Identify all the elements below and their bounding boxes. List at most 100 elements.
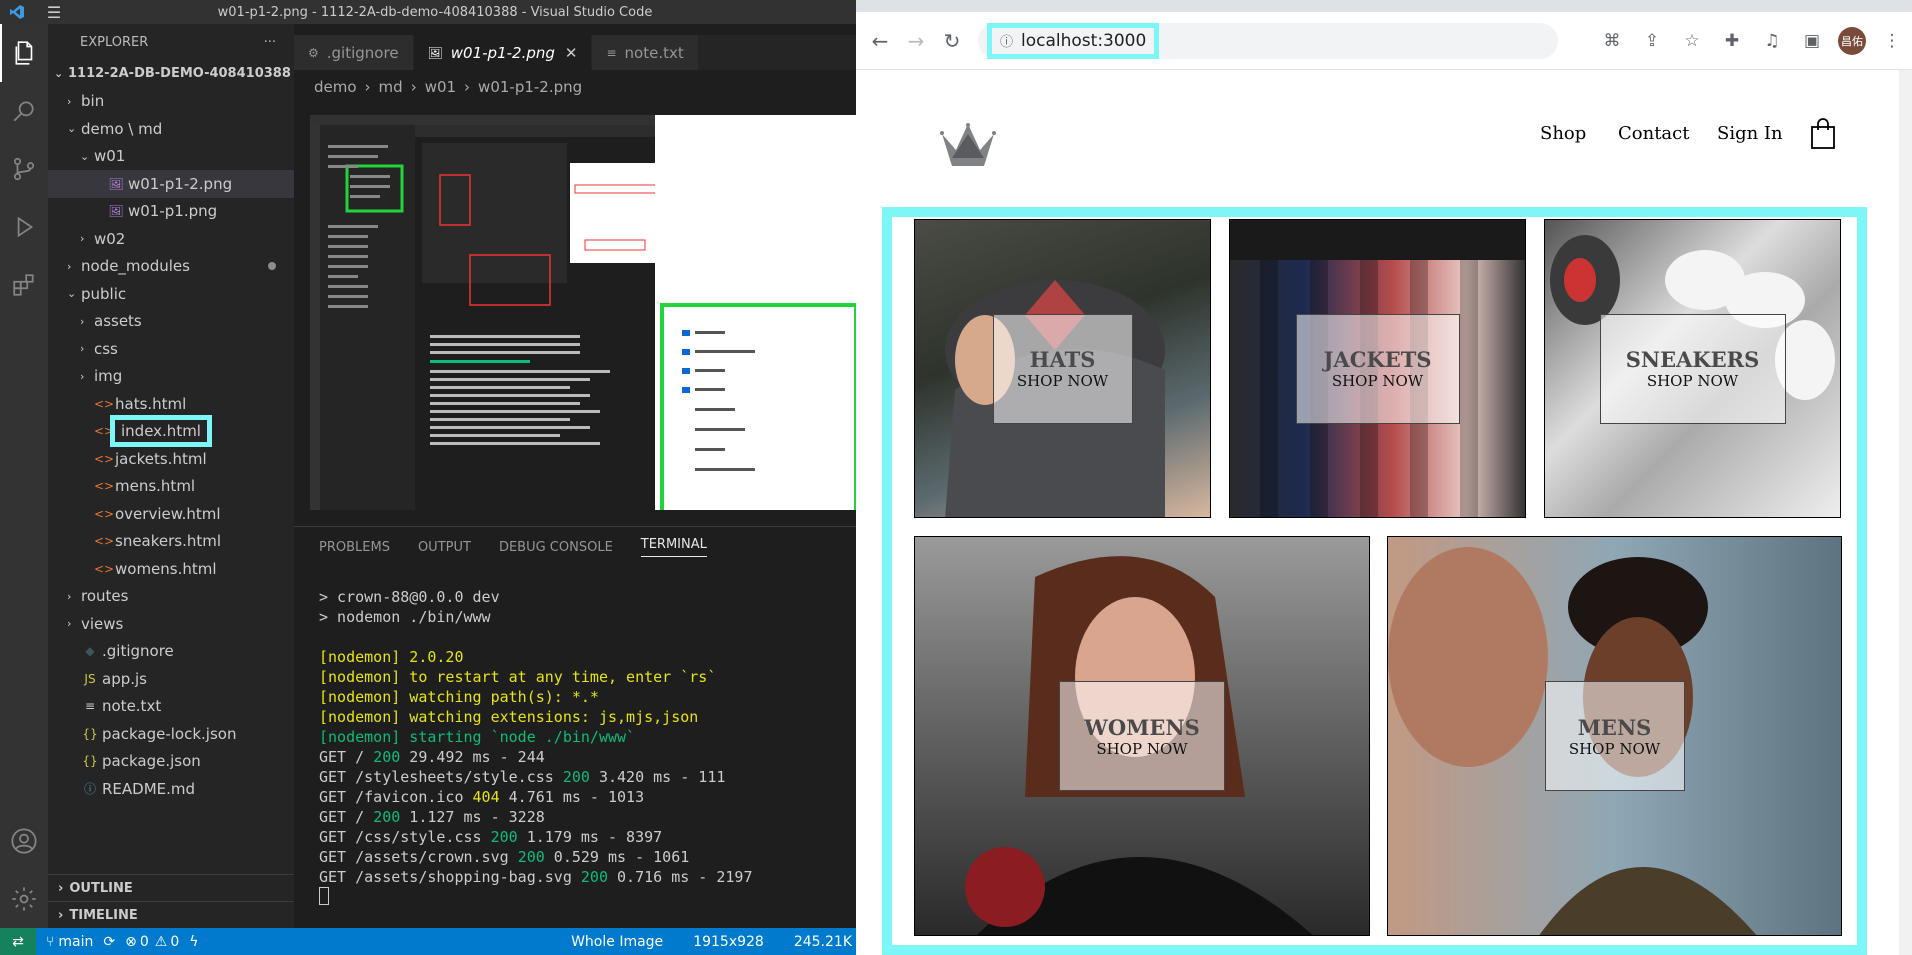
tree-item[interactable]: <> hats.html	[48, 390, 294, 418]
editor-tab[interactable]: 🖼 w01-p1-2.png ✕	[413, 35, 593, 70]
url-text[interactable]: localhost:3000	[1021, 31, 1146, 51]
panel-tab[interactable]: TERMINAL	[640, 537, 707, 557]
tree-item[interactable]: <> jackets.html	[48, 445, 294, 473]
breadcrumb-item[interactable]: md	[379, 78, 403, 96]
tree-item-label: app.js	[102, 669, 147, 688]
forward-arrow-icon[interactable]: →	[898, 29, 934, 53]
settings-gear-icon[interactable]	[0, 870, 48, 928]
nav-shop-link[interactable]: Shop	[1540, 123, 1586, 144]
request-path: GET /	[319, 748, 374, 766]
translate-icon[interactable]: ⌘	[1592, 31, 1632, 51]
tree-item[interactable]: 🖼 w01-p1.png	[48, 198, 294, 226]
terminal[interactable]: > crown-88@0.0.0 dev > nodemon ./bin/www …	[294, 567, 856, 905]
run-debug-icon[interactable]	[0, 198, 48, 256]
request-path: GET /css/style.css	[319, 828, 491, 846]
more-actions-icon[interactable]: ···	[264, 35, 276, 50]
page-scrollbar[interactable]	[1899, 70, 1912, 955]
address-bar[interactable]: ⓘ localhost:3000	[978, 22, 1558, 59]
tree-item[interactable]: ≡ note.txt	[48, 693, 294, 721]
tree-item[interactable]: ⌄ w01	[48, 143, 294, 171]
tree-item[interactable]: ◆ .gitignore	[48, 638, 294, 666]
request-path: GET /favicon.ico	[319, 788, 473, 806]
timeline-section[interactable]: › TIMELINE	[48, 901, 294, 928]
sneakers-card[interactable]: SNEAKERS SHOP NOW	[1544, 219, 1841, 518]
reload-icon[interactable]: ↻	[934, 29, 970, 53]
activity-bar	[0, 24, 48, 928]
media-icon[interactable]: ♫	[1752, 31, 1792, 51]
tree-item[interactable]: › assets	[48, 308, 294, 336]
status-code: 200	[373, 748, 401, 766]
tree-item[interactable]: ⌄ demo \ md	[48, 115, 294, 143]
vscode-logo-icon	[0, 0, 34, 24]
panel-tab[interactable]: DEBUG CONSOLE	[499, 540, 613, 555]
json-file-icon: {}	[82, 726, 98, 741]
breadcrumb-item[interactable]: w01	[425, 78, 456, 96]
mens-card[interactable]: MENS SHOP NOW	[1387, 536, 1842, 936]
branch-icon[interactable]: ⑂	[46, 934, 54, 950]
tree-item[interactable]: <> index.html	[48, 415, 294, 448]
tree-item[interactable]: › w02	[48, 225, 294, 253]
outline-section[interactable]: › OUTLINE	[48, 874, 294, 901]
tree-item-label: 1112-2A-DB-DEMO-408410388	[68, 66, 291, 82]
tree-item[interactable]: › node_modules	[48, 253, 294, 281]
site-info-icon[interactable]: ⓘ	[1000, 35, 1013, 50]
screenshot-thumbnail-image	[310, 115, 856, 510]
image-mode[interactable]: Whole Image	[571, 934, 663, 950]
tree-item[interactable]: › css	[48, 335, 294, 363]
editor-tab[interactable]: ⚙ .gitignore	[294, 35, 414, 70]
chevron-right-icon: ›	[67, 259, 72, 273]
tree-item[interactable]: ⌄ 1112-2A-DB-DEMO-408410388	[48, 60, 294, 88]
chevron-right-icon: ›	[80, 232, 85, 246]
warning-icon[interactable]: ⚠	[155, 934, 168, 950]
tree-item[interactable]: <> mens.html	[48, 473, 294, 501]
search-icon[interactable]	[0, 82, 48, 140]
tree-item[interactable]: › img	[48, 363, 294, 391]
tree-item[interactable]: <> womens.html	[48, 555, 294, 583]
extensions-icon[interactable]	[0, 256, 48, 314]
tree-item[interactable]: <> overview.html	[48, 500, 294, 528]
hats-card[interactable]: HATS SHOP NOW	[914, 219, 1211, 518]
panel-tab[interactable]: OUTPUT	[418, 540, 471, 555]
extensions-puzzle-icon[interactable]: ✚	[1712, 31, 1752, 51]
md-file-icon: ⓘ	[83, 782, 96, 797]
shopping-bag-icon[interactable]	[1810, 118, 1836, 154]
close-tab-icon[interactable]: ✕	[565, 44, 578, 62]
womens-card[interactable]: WOMENS SHOP NOW	[914, 536, 1370, 936]
branch-name[interactable]: main	[58, 934, 93, 950]
tree-item[interactable]: › views	[48, 610, 294, 638]
source-control-icon[interactable]	[0, 140, 48, 198]
tree-item[interactable]: {} package.json	[48, 748, 294, 776]
tree-item[interactable]: ⓘ README.md	[48, 775, 294, 803]
chrome-menu-icon[interactable]: ⋮	[1872, 31, 1912, 51]
remote-icon[interactable]: ⇄	[0, 928, 36, 955]
crown-logo-icon[interactable]	[936, 122, 1000, 176]
account-icon[interactable]	[0, 812, 48, 870]
sync-icon[interactable]: ⟳	[103, 934, 115, 950]
side-panel-icon[interactable]: ▣	[1792, 31, 1832, 51]
tree-item[interactable]: JS app.js	[48, 665, 294, 693]
panel-tab[interactable]: PROBLEMS	[319, 540, 390, 555]
tree-item[interactable]: 🖼 w01-p1-2.png	[48, 170, 294, 198]
nav-signin-link[interactable]: Sign In	[1717, 123, 1783, 144]
profile-avatar[interactable]: 昌佑	[1838, 26, 1866, 55]
explorer-icon[interactable]	[0, 24, 48, 82]
back-arrow-icon[interactable]: ←	[862, 29, 898, 53]
status-code: 200	[562, 768, 590, 786]
tree-item[interactable]: <> sneakers.html	[48, 528, 294, 556]
tree-item[interactable]: › routes	[48, 583, 294, 611]
share-icon[interactable]: ⇪	[1632, 31, 1672, 51]
breadcrumb-item[interactable]: demo	[314, 78, 357, 96]
html-file-icon: <>	[94, 561, 115, 576]
error-icon[interactable]: ⊗	[125, 934, 137, 950]
jackets-card[interactable]: JACKETS SHOP NOW	[1229, 219, 1526, 518]
card-title: SNEAKERS	[1625, 347, 1760, 372]
nav-contact-link[interactable]: Contact	[1618, 123, 1689, 144]
bookmark-star-icon[interactable]: ☆	[1672, 31, 1712, 51]
tree-item[interactable]: ⌄ public	[48, 280, 294, 308]
hamburger-menu-icon[interactable]: ☰	[34, 3, 74, 22]
tree-item[interactable]: {} package-lock.json	[48, 720, 294, 748]
editor-tab[interactable]: ≡ note.txt	[592, 35, 699, 70]
bolt-icon[interactable]: ϟ	[189, 934, 198, 950]
breadcrumb-item[interactable]: w01-p1-2.png	[478, 78, 582, 96]
tree-item[interactable]: › bin	[48, 88, 294, 116]
